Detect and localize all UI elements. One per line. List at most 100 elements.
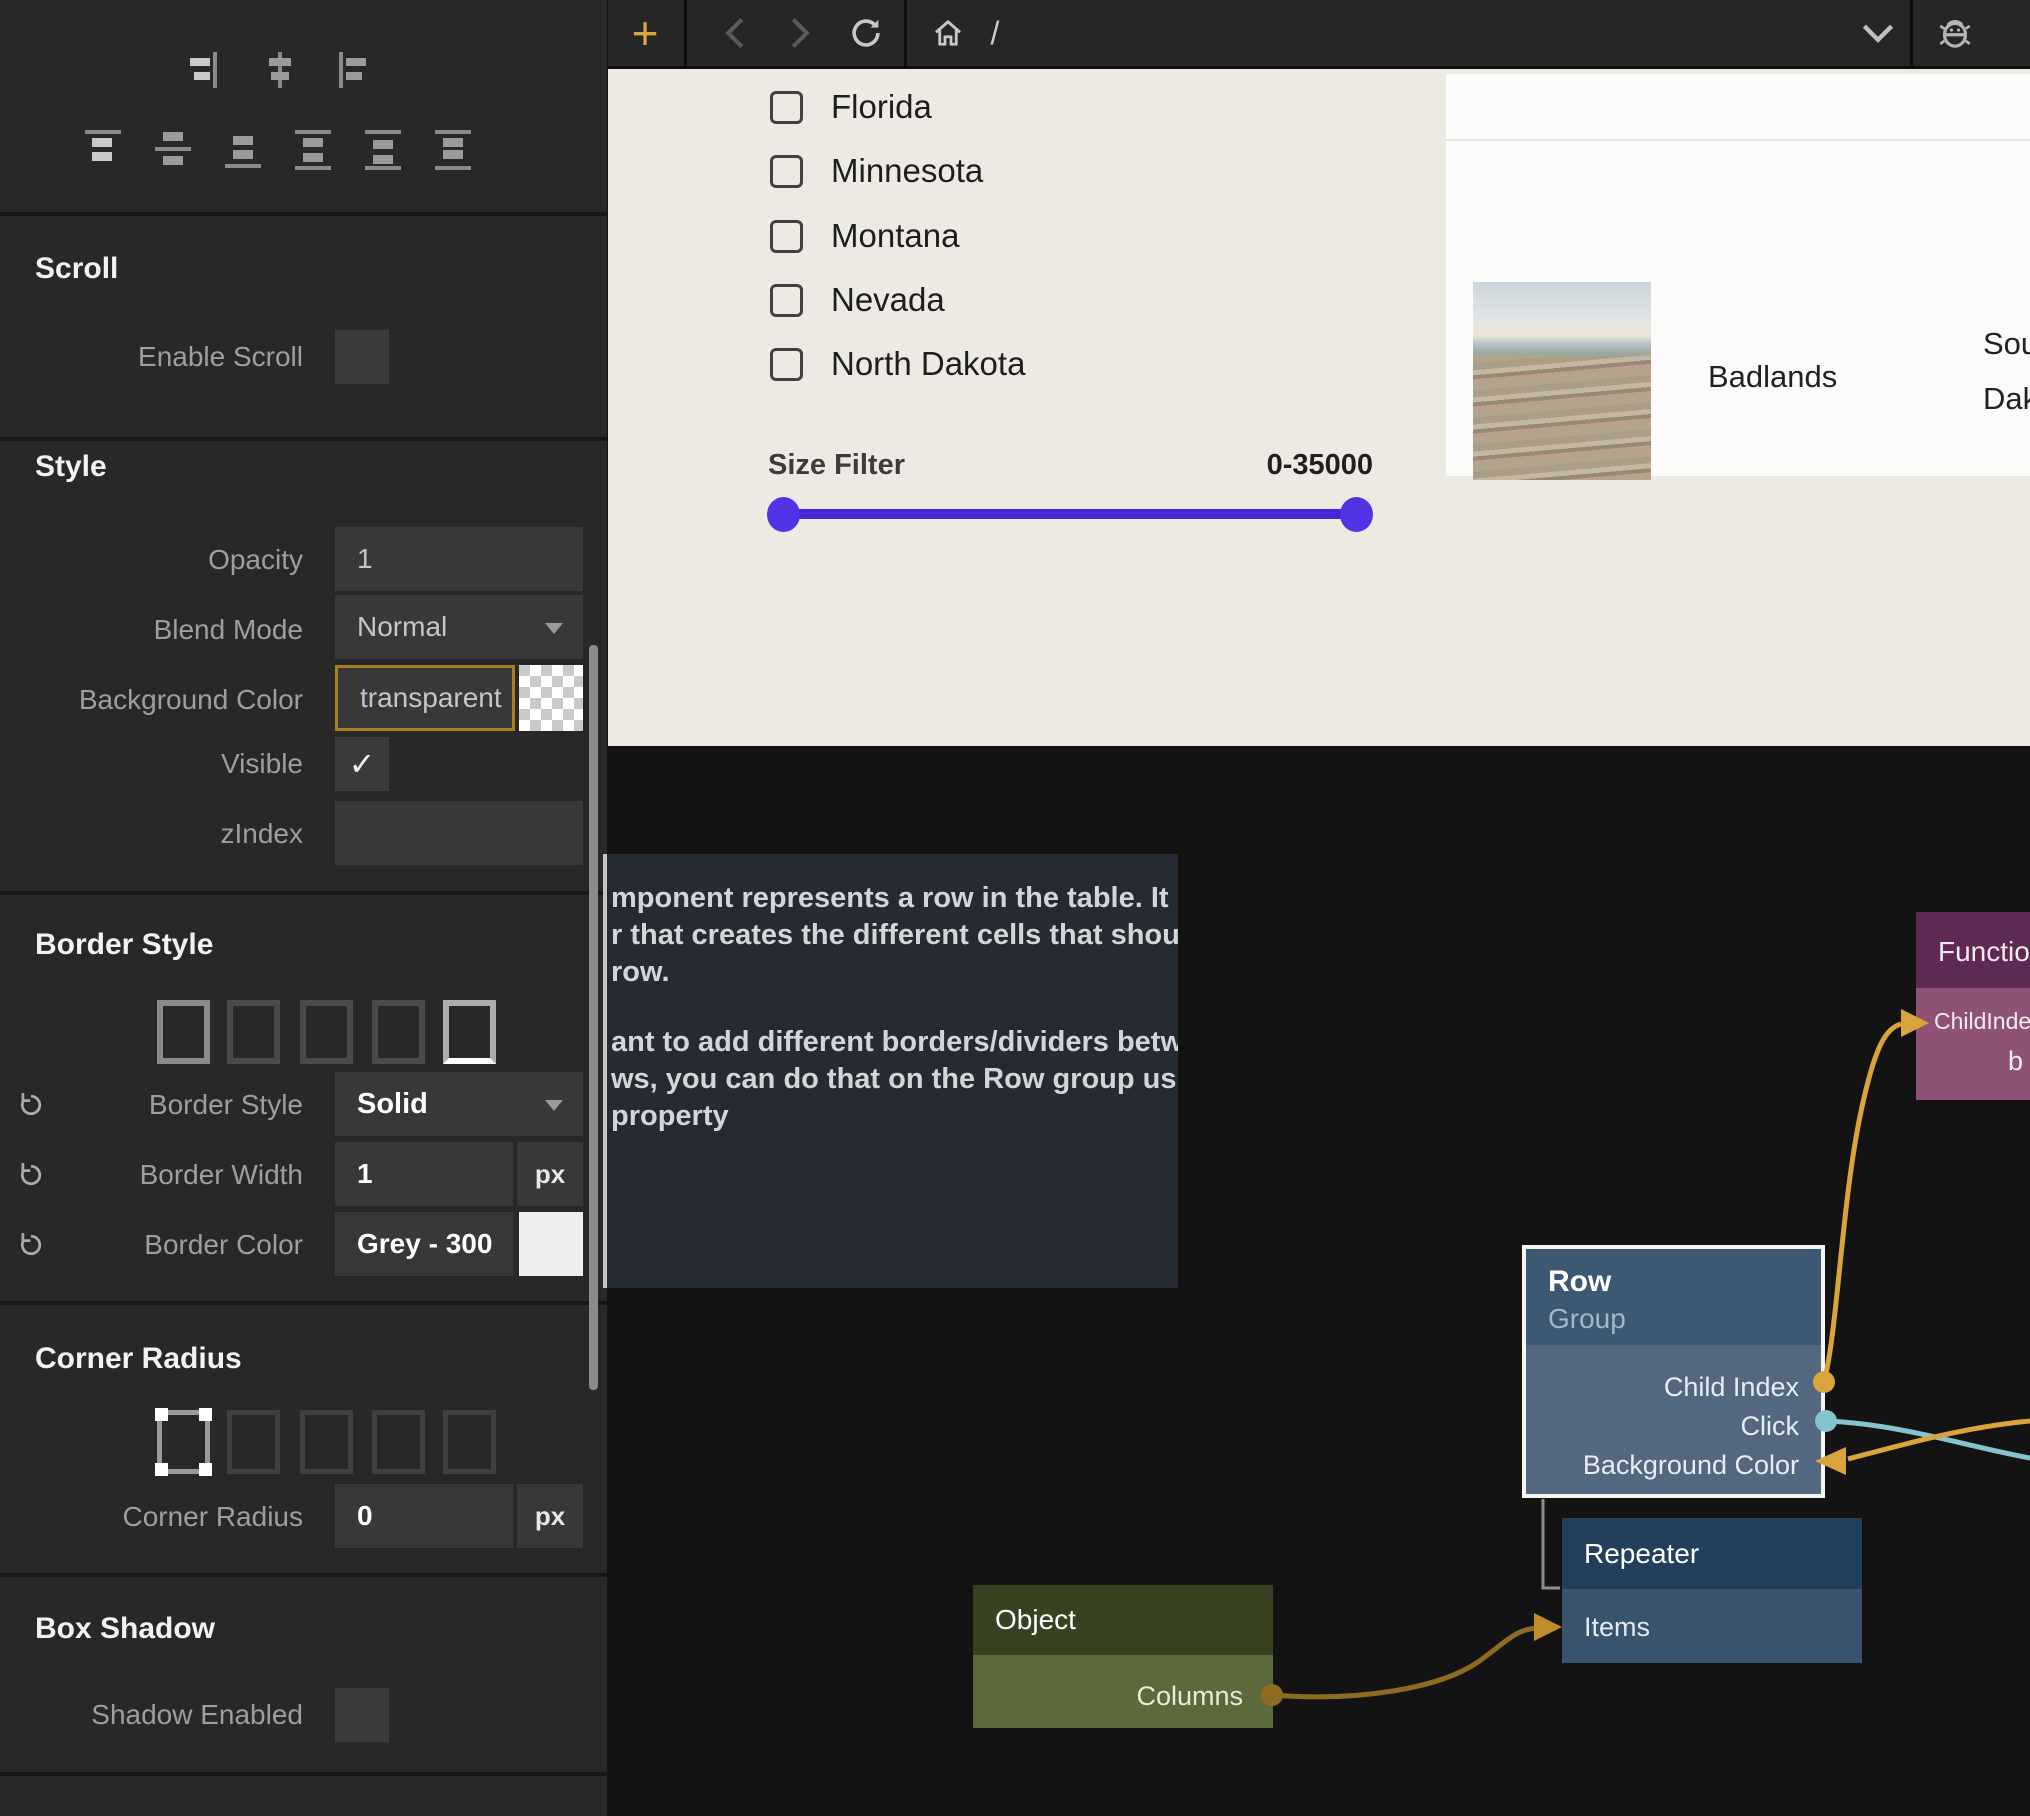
checkbox-icon[interactable] bbox=[770, 220, 803, 253]
debug-bug-icon[interactable] bbox=[1930, 0, 1980, 66]
section-divider bbox=[0, 1301, 607, 1305]
park-state-cell-line1: South bbox=[1983, 326, 2030, 362]
visible-checkbox[interactable]: ✓ bbox=[335, 737, 389, 791]
align-vertical-top-icon[interactable] bbox=[81, 128, 125, 172]
state-checkbox-row[interactable]: Minnesota bbox=[770, 151, 983, 191]
border-side-bottom-icon[interactable] bbox=[443, 1000, 496, 1064]
border-color-swatch[interactable] bbox=[519, 1212, 583, 1276]
checkbox-label: Montana bbox=[831, 217, 959, 255]
path-display[interactable]: / bbox=[980, 0, 1010, 66]
viewport-chevron-icon[interactable] bbox=[1856, 0, 1900, 66]
row-group-port-click[interactable]: Click bbox=[1741, 1411, 1800, 1442]
size-filter-value: 0-35000 bbox=[1168, 449, 1373, 482]
distribute-vertical-evenly-icon[interactable] bbox=[431, 128, 475, 172]
toolbar-divider bbox=[904, 0, 907, 66]
wire-background-color bbox=[1848, 1421, 2030, 1459]
align-vertical-center-icon[interactable] bbox=[151, 128, 195, 172]
enable-scroll-checkbox[interactable] bbox=[335, 330, 389, 384]
row-group-node[interactable]: Row Group Child Index Click Background C… bbox=[1522, 1245, 1825, 1498]
repeater-node[interactable]: Repeater Items bbox=[1562, 1518, 1862, 1663]
preview-toolbar: + / bbox=[608, 0, 2030, 69]
border-width-input[interactable]: 1 bbox=[335, 1142, 513, 1206]
repeater-port-items[interactable]: Items bbox=[1584, 1612, 1650, 1643]
distribute-vertical-center-icon[interactable] bbox=[361, 128, 405, 172]
shadow-section-title: Box Shadow bbox=[35, 1612, 215, 1646]
checkbox-icon[interactable] bbox=[770, 284, 803, 317]
border-section-title: Border Style bbox=[35, 928, 213, 962]
border-side-all-icon[interactable] bbox=[157, 1000, 210, 1064]
app-preview: Florida Minnesota Montana Nevada North D… bbox=[608, 69, 2030, 746]
blend-mode-value: Normal bbox=[357, 611, 447, 642]
hierarchy-connector bbox=[1543, 1499, 1560, 1588]
border-style-value: Solid bbox=[357, 1088, 428, 1120]
state-checkbox-row[interactable]: Nevada bbox=[770, 280, 945, 320]
row-group-port-background-color[interactable]: Background Color bbox=[1583, 1450, 1799, 1481]
shadow-enabled-checkbox[interactable] bbox=[335, 1688, 389, 1742]
function-port-childindex[interactable]: ChildIndex bbox=[1934, 1008, 2030, 1035]
corner-top-right-icon[interactable] bbox=[300, 1410, 353, 1474]
blend-mode-label: Blend Mode bbox=[0, 614, 303, 646]
blend-mode-select[interactable]: Normal bbox=[335, 595, 583, 659]
wire-click bbox=[1826, 1421, 2030, 1458]
function-port-b[interactable]: b bbox=[2008, 1046, 2023, 1077]
border-side-left-icon[interactable] bbox=[372, 1000, 425, 1064]
zindex-input[interactable] bbox=[335, 801, 583, 865]
toolbar-divider bbox=[684, 0, 687, 66]
background-color-input[interactable]: transparent bbox=[335, 665, 515, 731]
reload-icon[interactable] bbox=[844, 0, 888, 66]
section-divider bbox=[0, 1772, 607, 1776]
row-group-node-subtitle: Group bbox=[1548, 1303, 1626, 1335]
object-node-title: Object bbox=[995, 1604, 1076, 1636]
wire-columns-to-items bbox=[1272, 1628, 1538, 1697]
corner-all-icon[interactable] bbox=[157, 1410, 210, 1474]
border-color-input[interactable]: Grey - 300 bbox=[335, 1212, 513, 1276]
distribute-vertical-space-between-icon[interactable] bbox=[291, 128, 335, 172]
tooltip-line: ws, you can do that on the Row group usi… bbox=[611, 1061, 1178, 1098]
row-group-port-child-index[interactable]: Child Index bbox=[1664, 1372, 1799, 1403]
add-page-button[interactable]: + bbox=[623, 0, 667, 66]
corner-radius-input[interactable]: 0 bbox=[335, 1484, 513, 1548]
object-port-columns[interactable]: Columns bbox=[1136, 1681, 1243, 1712]
checkbox-icon[interactable] bbox=[770, 348, 803, 381]
arrowhead-items bbox=[1534, 1613, 1562, 1641]
checkbox-label: Florida bbox=[831, 88, 932, 126]
chevron-down-icon bbox=[545, 1100, 563, 1111]
state-checkbox-row[interactable]: Montana bbox=[770, 216, 959, 256]
state-checkbox-row[interactable]: North Dakota bbox=[770, 344, 1025, 384]
border-width-unit[interactable]: px bbox=[517, 1142, 583, 1206]
align-horizontal-right-icon[interactable] bbox=[186, 50, 230, 94]
panel-scrollbar[interactable] bbox=[589, 645, 598, 1390]
wire-childindex bbox=[1824, 1024, 1901, 1382]
background-color-swatch[interactable] bbox=[519, 665, 583, 731]
border-side-top-icon[interactable] bbox=[227, 1000, 280, 1064]
align-vertical-bottom-icon[interactable] bbox=[221, 128, 265, 172]
style-section-title: Style bbox=[35, 450, 107, 484]
object-node[interactable]: Object Columns bbox=[973, 1585, 1273, 1728]
forward-button[interactable] bbox=[778, 0, 822, 66]
function-node[interactable]: Function ChildIndex b bbox=[1916, 912, 2030, 1100]
checkbox-icon[interactable] bbox=[770, 91, 803, 124]
corner-top-left-icon[interactable] bbox=[227, 1410, 280, 1474]
align-horizontal-center-icon[interactable] bbox=[258, 50, 302, 94]
opacity-input[interactable]: 1 bbox=[335, 527, 583, 591]
corner-bottom-left-icon[interactable] bbox=[372, 1410, 425, 1474]
table-row[interactable]: Badlands South Dakota bbox=[1446, 141, 2030, 476]
state-checkbox-row[interactable]: Florida bbox=[770, 87, 932, 127]
border-style-select[interactable]: Solid bbox=[335, 1072, 583, 1136]
align-horizontal-left-icon[interactable] bbox=[330, 50, 374, 94]
section-divider bbox=[0, 891, 607, 895]
slider-handle-min[interactable] bbox=[767, 497, 800, 532]
tooltip-line: r that creates the different cells that … bbox=[611, 917, 1178, 954]
zindex-label: zIndex bbox=[0, 818, 303, 850]
corner-radius-unit[interactable]: px bbox=[517, 1484, 583, 1548]
park-state-cell-line2: Dakota bbox=[1983, 381, 2030, 417]
size-filter-slider[interactable] bbox=[783, 509, 1357, 519]
corner-bottom-right-icon[interactable] bbox=[443, 1410, 496, 1474]
slider-handle-max[interactable] bbox=[1340, 497, 1373, 532]
border-style-label: Border Style bbox=[0, 1089, 303, 1121]
back-button[interactable] bbox=[713, 0, 757, 66]
home-icon[interactable] bbox=[926, 0, 970, 66]
checkbox-icon[interactable] bbox=[770, 155, 803, 188]
border-side-right-icon[interactable] bbox=[300, 1000, 353, 1064]
properties-panel: Scroll Enable Scroll Style Opacity 1 Ble… bbox=[0, 0, 607, 1816]
